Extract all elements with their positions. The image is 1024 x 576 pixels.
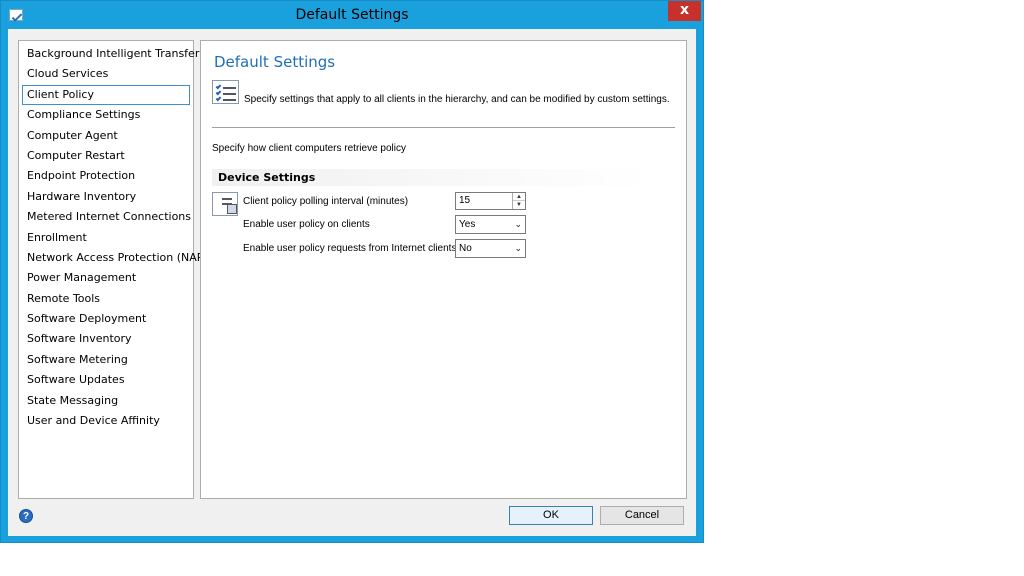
- user-policy-value: Yes: [459, 219, 476, 230]
- nav-item-computer-restart[interactable]: Computer Restart: [19, 146, 193, 166]
- device-settings-icon: [212, 192, 238, 216]
- nav-item-state-messaging[interactable]: State Messaging: [19, 391, 193, 411]
- polling-interval-value[interactable]: 15: [459, 195, 470, 206]
- list-line: [223, 99, 236, 101]
- page-title: Default Settings: [214, 53, 336, 71]
- user-policy-select[interactable]: Yes ⌄: [455, 215, 526, 234]
- nav-item-software-inventory[interactable]: Software Inventory: [19, 329, 193, 349]
- internet-policy-label: Enable user policy requests from Interne…: [243, 243, 457, 254]
- monitor-icon: [227, 204, 237, 214]
- list-line: [223, 93, 236, 95]
- help-icon[interactable]: ?: [19, 509, 33, 523]
- internet-policy-value: No: [459, 243, 472, 254]
- chevron-down-icon: ⌄: [514, 243, 522, 253]
- nav-item-power-management[interactable]: Power Management: [19, 268, 193, 288]
- nav-item-endpoint-protection[interactable]: Endpoint Protection: [19, 166, 193, 186]
- polling-interval-stepper[interactable]: 15 ▲ ▼: [455, 192, 526, 210]
- polling-interval-label: Client policy polling interval (minutes): [243, 196, 409, 207]
- close-button[interactable]: x: [668, 1, 701, 21]
- nav-item-user-and-device-affinity[interactable]: User and Device Affinity: [19, 411, 193, 431]
- list-line: [222, 198, 232, 200]
- nav-item-metered-internet-connections[interactable]: Metered Internet Connections: [19, 207, 193, 227]
- nav-item-background-intelligent-transfer[interactable]: Background Intelligent Transfer: [19, 44, 199, 64]
- nav-item-software-deployment[interactable]: Software Deployment: [19, 309, 193, 329]
- group-header: Device Settings: [212, 169, 652, 186]
- nav-item-enrollment[interactable]: Enrollment: [19, 228, 193, 248]
- cancel-button[interactable]: Cancel: [600, 506, 684, 525]
- dialog-window: Default Settings x Background Intelligen…: [0, 0, 704, 543]
- nav-item-software-metering[interactable]: Software Metering: [19, 350, 193, 370]
- user-policy-label: Enable user policy on clients: [243, 219, 370, 230]
- ok-button[interactable]: OK: [509, 506, 593, 525]
- group-title: Device Settings: [218, 171, 316, 184]
- list-line: [223, 87, 236, 89]
- settings-content-panel: Default Settings Specify settings that a…: [200, 40, 687, 499]
- check-mark-icon: [215, 95, 222, 102]
- chevron-down-icon: ⌄: [514, 219, 522, 229]
- nav-item-compliance-settings[interactable]: Compliance Settings: [19, 105, 193, 125]
- stepper-up-icon[interactable]: ▲: [513, 193, 525, 201]
- settings-nav-list: Background Intelligent Transfer Cloud Se…: [18, 40, 208, 499]
- window-title: Default Settings: [295, 7, 409, 23]
- checklist-icon: [212, 80, 239, 104]
- divider: [212, 127, 675, 128]
- nav-item-computer-agent[interactable]: Computer Agent: [19, 126, 193, 146]
- nav-item-client-policy[interactable]: Client Policy: [22, 84, 190, 106]
- nav-item-network-access-protection[interactable]: Network Access Protection (NAP): [19, 248, 208, 268]
- internet-policy-select[interactable]: No ⌄: [455, 239, 526, 258]
- section-instruction: Specify how client computers retrieve po…: [212, 143, 406, 154]
- stepper-buttons: ▲ ▼: [512, 193, 525, 209]
- nav-item-cloud-services[interactable]: Cloud Services: [19, 64, 193, 84]
- title-bar[interactable]: Default Settings x: [1, 1, 703, 29]
- page-description: Specify settings that apply to all clien…: [244, 94, 670, 105]
- nav-item-software-updates[interactable]: Software Updates: [19, 370, 193, 390]
- stepper-down-icon[interactable]: ▼: [513, 201, 525, 209]
- dialog-client-area: Background Intelligent Transfer Cloud Se…: [8, 29, 696, 536]
- nav-item-remote-tools[interactable]: Remote Tools: [19, 289, 193, 309]
- nav-item-hardware-inventory[interactable]: Hardware Inventory: [19, 187, 193, 207]
